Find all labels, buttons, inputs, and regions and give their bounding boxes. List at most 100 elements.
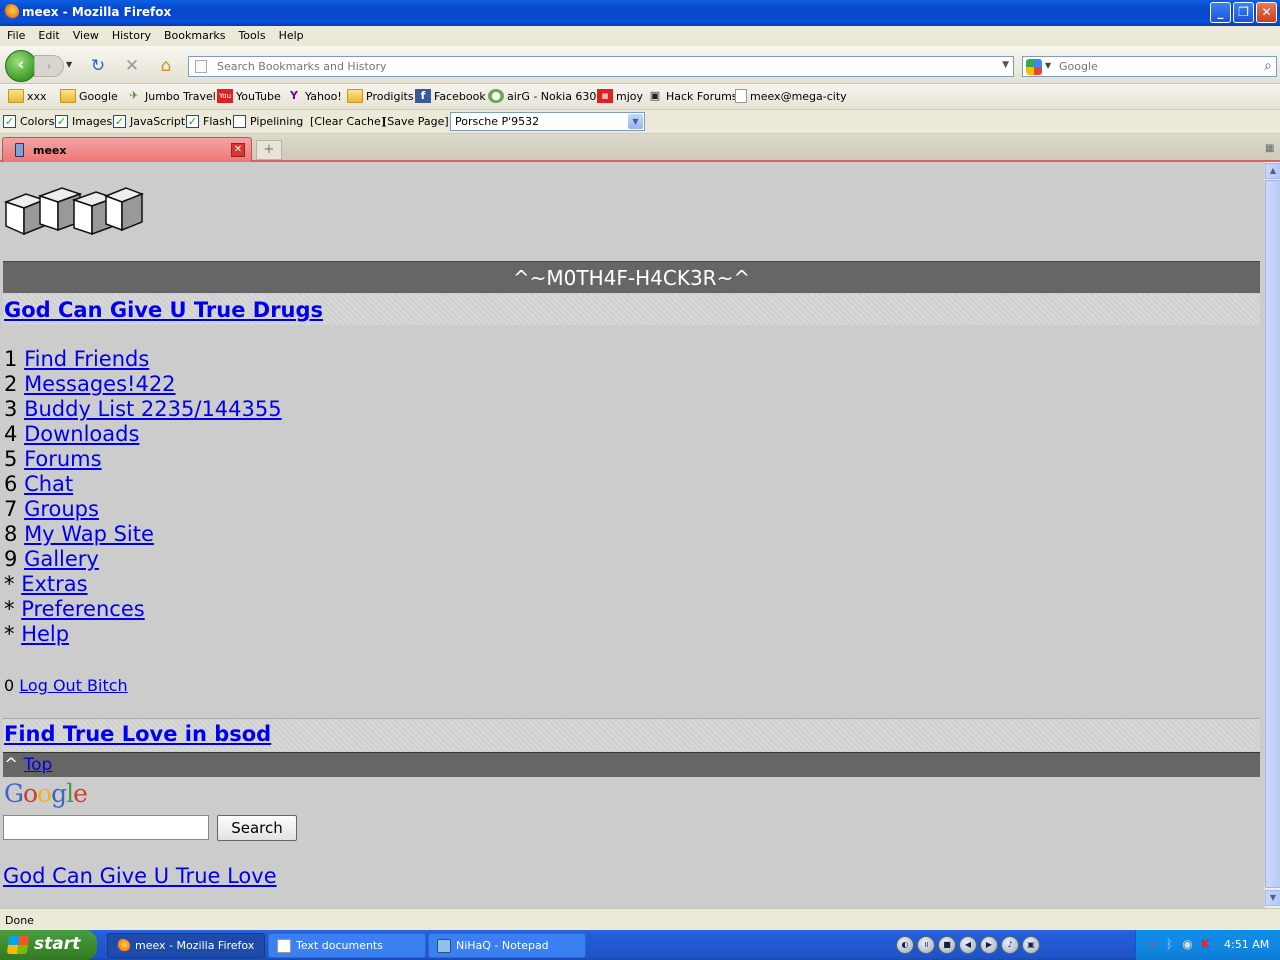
menu-history[interactable]: History	[105, 26, 157, 42]
bookmark-youtube[interactable]: You YouTube	[217, 89, 281, 103]
history-dropdown-icon[interactable]: ▼	[66, 60, 72, 69]
task-firefox[interactable]: meex - Mozilla Firefox	[107, 933, 265, 958]
menu-edit[interactable]: Edit	[31, 26, 65, 42]
ad-link-bottom[interactable]: Find True Love in bsod	[4, 722, 271, 746]
search-bar[interactable]: ▼ ⌕	[1022, 56, 1277, 77]
back-button[interactable]: ‹	[5, 50, 37, 82]
checkbox-checked-icon: ✓	[55, 115, 68, 128]
search-icon[interactable]: ⌕	[1264, 58, 1272, 74]
start-button[interactable]: start	[0, 930, 97, 960]
firefox-icon	[3, 4, 19, 20]
bookmark-jumbo-travel[interactable]: ✈ Jumbo Travel	[126, 89, 215, 103]
close-button[interactable]: ✕	[1256, 2, 1277, 23]
google-engine-icon[interactable]	[1026, 59, 1042, 75]
bookmark-prodigits[interactable]: Prodigits	[347, 89, 414, 103]
flash-checkbox[interactable]: ✓ Flash	[186, 115, 232, 128]
task-text-documents[interactable]: Text documents	[268, 933, 426, 958]
menu-item-chat: 6 Chat	[4, 472, 74, 496]
home-icon[interactable]: ⌂	[156, 56, 176, 76]
menu-item-downloads: 4 Downloads	[4, 422, 140, 446]
google-search-input[interactable]	[3, 815, 209, 840]
vertical-scrollbar[interactable]: ▲ ▼	[1264, 162, 1280, 908]
youtube-icon: You	[217, 89, 233, 103]
search-input[interactable]	[1059, 58, 1254, 75]
scroll-down-icon[interactable]: ▼	[1265, 890, 1280, 906]
user-agent-select[interactable]: Porsche P'9532 ▼	[450, 112, 645, 131]
top-link-bar: ^ Top	[3, 752, 1260, 777]
bookmark-yahoo[interactable]: Y Yahoo!	[286, 89, 342, 103]
scroll-up-icon[interactable]: ▲	[1265, 163, 1280, 179]
shield-icon[interactable]: ⛉	[1144, 937, 1159, 952]
bookmark-meex[interactable]: meex@mega-city	[735, 89, 847, 103]
facebook-icon: f	[415, 89, 431, 103]
scroll-thumb[interactable]	[1265, 180, 1280, 888]
clock: 4:51 AM	[1224, 938, 1270, 951]
checkbox-checked-icon: ✓	[3, 115, 16, 128]
antivirus-icon[interactable]: K	[1198, 937, 1213, 952]
stop-icon[interactable]: ✕	[122, 56, 142, 76]
new-tab-button[interactable]: +	[256, 140, 282, 160]
previous-icon[interactable]: ◀	[959, 936, 977, 954]
reload-icon[interactable]: ↻	[88, 56, 108, 76]
save-page-button[interactable]: [Save Page]	[383, 115, 449, 128]
tab-meex[interactable]: meex ✕	[2, 137, 252, 162]
chevron-down-icon[interactable]: ▼	[628, 114, 643, 129]
developer-toolbar: ✓ Colors ✓ Images ✓ JavaScript ✓ Flash Pipel…	[0, 110, 1280, 134]
menu-item-buddy-list: 3 Buddy List 2235/144355	[4, 397, 282, 421]
bluetooth-icon[interactable]: ᛒ	[1162, 937, 1177, 952]
pause-icon[interactable]: ॥	[917, 936, 935, 954]
folder-icon	[347, 89, 363, 103]
top-link[interactable]: Top	[24, 755, 53, 775]
bookmark-mjoy[interactable]: ▦ mjoy	[597, 89, 643, 103]
ad-link-top[interactable]: God Can Give U True Drugs	[4, 298, 323, 322]
maximize-button[interactable]: ❐	[1233, 2, 1254, 23]
colors-checkbox[interactable]: ✓ Colors	[3, 115, 54, 128]
engine-dropdown-icon[interactable]: ▼	[1045, 61, 1051, 70]
navigation-toolbar: ‹ › ▼ ↻ ✕ ⌂ ▼ ▼ ⌕	[0, 46, 1280, 84]
firefox-icon	[116, 938, 130, 953]
status-bar: Done	[0, 908, 1280, 930]
menu-file[interactable]: File	[0, 26, 31, 42]
url-bar[interactable]: ▼	[188, 56, 1014, 77]
images-checkbox[interactable]: ✓ Images	[55, 115, 112, 128]
menu-item-groups: 7 Groups	[4, 497, 99, 521]
minimize-button[interactable]: _	[1210, 2, 1231, 23]
restore-icon[interactable]: ▣	[1022, 936, 1040, 954]
next-icon[interactable]: ▶	[980, 936, 998, 954]
top-ad-bar: God Can Give U True Drugs	[3, 294, 1260, 325]
menu-view[interactable]: View	[66, 26, 105, 42]
pipelining-checkbox[interactable]: Pipelining	[233, 115, 303, 128]
menu-bookmarks[interactable]: Bookmarks	[157, 26, 231, 42]
media-player-icon[interactable]: ◐	[896, 936, 914, 954]
volume-icon[interactable]: ♪	[1001, 936, 1019, 954]
mjoy-icon: ▦	[597, 89, 613, 103]
menu-help[interactable]: Help	[272, 26, 310, 42]
bookmark-google[interactable]: Google	[60, 89, 118, 103]
menu-item-gallery: 9 Gallery	[4, 547, 99, 571]
javascript-checkbox[interactable]: ✓ JavaScript	[113, 115, 185, 128]
tab-list-icon[interactable]: ▦	[1265, 143, 1277, 155]
checkbox-unchecked-icon	[233, 115, 246, 128]
bookmark-facebook[interactable]: f Facebook	[415, 89, 486, 103]
google-search-button[interactable]: Search	[217, 815, 297, 841]
bookmark-airg[interactable]: ● airG - Nokia 6300	[488, 89, 603, 103]
logout-link[interactable]: Log Out Bitch	[19, 676, 127, 695]
footer-link[interactable]: God Can Give U True Love	[3, 864, 277, 888]
menu-item-messages: 2 Messages!422	[4, 372, 176, 396]
url-dropdown-icon[interactable]: ▼	[1002, 60, 1009, 70]
menu-item-find-friends: 1 Find Friends	[4, 347, 150, 371]
page-icon	[735, 89, 747, 103]
page-icon	[195, 60, 207, 73]
task-notepad[interactable]: NiHaQ - Notepad	[428, 933, 586, 958]
stop-media-icon[interactable]: ■	[938, 936, 956, 954]
menu-bar: File Edit View History Bookmarks Tools Help	[0, 26, 1280, 46]
menu-tools[interactable]: Tools	[231, 26, 271, 42]
bookmark-xxx[interactable]: xxx	[8, 89, 47, 103]
title-bar: meex - Mozilla Firefox _ ❐ ✕	[0, 0, 1280, 26]
url-input[interactable]	[217, 57, 997, 76]
clear-cache-button[interactable]: [Clear Cache]	[310, 115, 385, 128]
security-icon[interactable]: ◉	[1180, 937, 1195, 952]
tab-close-button[interactable]: ✕	[231, 143, 245, 157]
bookmark-hack-forums[interactable]: ▣ Hack Forums	[647, 89, 738, 103]
forward-button[interactable]: ›	[34, 55, 64, 77]
